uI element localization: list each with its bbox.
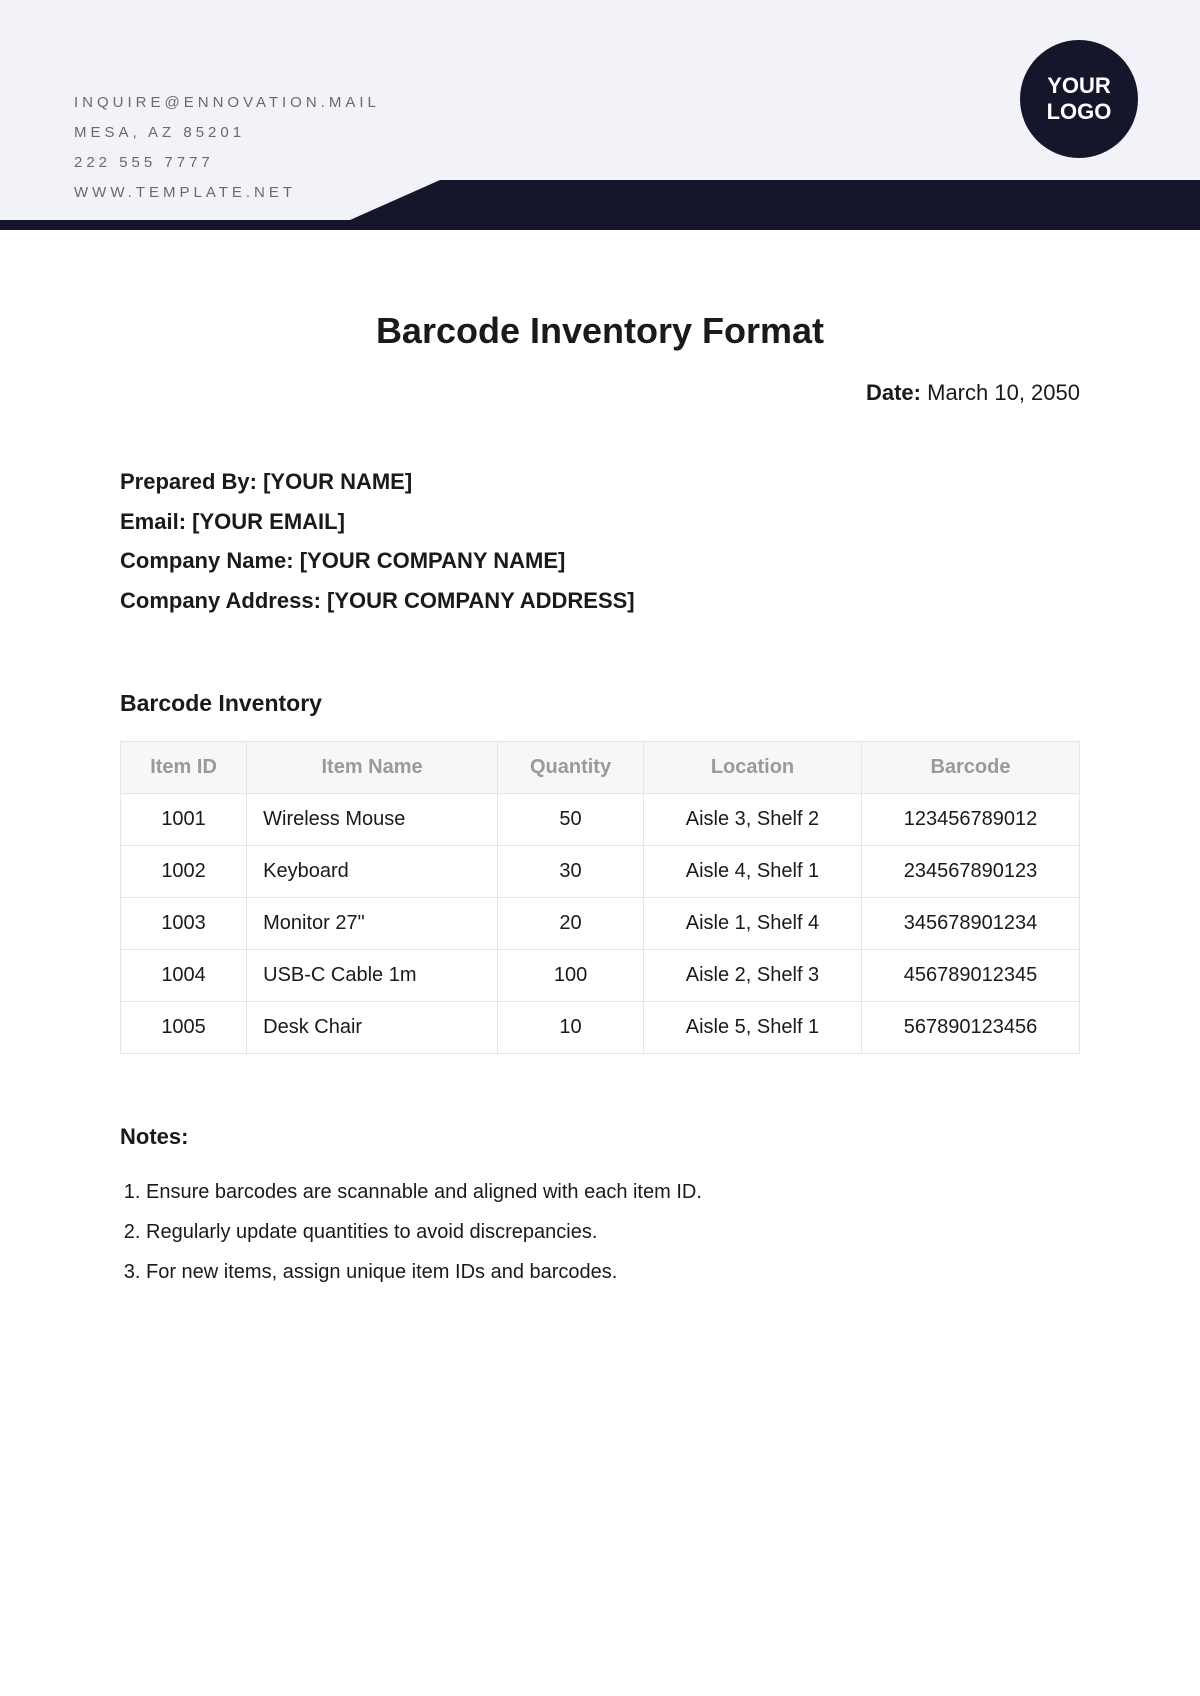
cell-name: Desk Chair bbox=[247, 1002, 498, 1054]
cell-qty: 10 bbox=[498, 1002, 644, 1054]
cell-qty: 30 bbox=[498, 846, 644, 898]
col-barcode: Barcode bbox=[861, 742, 1079, 794]
cell-loc: Aisle 5, Shelf 1 bbox=[644, 1002, 862, 1054]
email-value: [YOUR EMAIL] bbox=[192, 509, 345, 534]
contact-web: WWW.TEMPLATE.NET bbox=[74, 178, 380, 208]
table-row: 1005 Desk Chair 10 Aisle 5, Shelf 1 5678… bbox=[121, 1002, 1080, 1054]
cell-name: Monitor 27" bbox=[247, 898, 498, 950]
content-area: Barcode Inventory Format Date: March 10,… bbox=[0, 230, 1200, 1292]
notes-heading: Notes: bbox=[120, 1124, 1080, 1150]
page-title: Barcode Inventory Format bbox=[120, 310, 1080, 352]
cell-loc: Aisle 2, Shelf 3 bbox=[644, 950, 862, 1002]
section-heading: Barcode Inventory bbox=[120, 690, 1080, 717]
cell-qty: 20 bbox=[498, 898, 644, 950]
address-value: [YOUR COMPANY ADDRESS] bbox=[327, 588, 635, 613]
cell-id: 1004 bbox=[121, 950, 247, 1002]
notes-list: Ensure barcodes are scannable and aligne… bbox=[120, 1172, 1080, 1292]
cell-bc: 123456789012 bbox=[861, 794, 1079, 846]
company-value: [YOUR COMPANY NAME] bbox=[300, 548, 566, 573]
cell-bc: 345678901234 bbox=[861, 898, 1079, 950]
cell-name: Wireless Mouse bbox=[247, 794, 498, 846]
cell-qty: 50 bbox=[498, 794, 644, 846]
table-header-row: Item ID Item Name Quantity Location Barc… bbox=[121, 742, 1080, 794]
table-row: 1004 USB-C Cable 1m 100 Aisle 2, Shelf 3… bbox=[121, 950, 1080, 1002]
table-row: 1002 Keyboard 30 Aisle 4, Shelf 1 234567… bbox=[121, 846, 1080, 898]
company-label: Company Name: bbox=[120, 548, 294, 573]
logo-line1: YOUR bbox=[1047, 73, 1111, 98]
contact-block: INQUIRE@ENNOVATION.MAIL MESA, AZ 85201 2… bbox=[74, 88, 380, 208]
cell-id: 1005 bbox=[121, 1002, 247, 1054]
date-line: Date: March 10, 2050 bbox=[120, 380, 1080, 406]
table-row: 1003 Monitor 27" 20 Aisle 1, Shelf 4 345… bbox=[121, 898, 1080, 950]
list-item: Regularly update quantities to avoid dis… bbox=[146, 1212, 1080, 1252]
cell-loc: Aisle 1, Shelf 4 bbox=[644, 898, 862, 950]
cell-bc: 567890123456 bbox=[861, 1002, 1079, 1054]
prepared-by-value: [YOUR NAME] bbox=[263, 469, 412, 494]
prepared-by-label: Prepared By: bbox=[120, 469, 257, 494]
email-label: Email: bbox=[120, 509, 186, 534]
cell-name: USB-C Cable 1m bbox=[247, 950, 498, 1002]
col-quantity: Quantity bbox=[498, 742, 644, 794]
cell-id: 1003 bbox=[121, 898, 247, 950]
inventory-table: Item ID Item Name Quantity Location Barc… bbox=[120, 741, 1080, 1054]
cell-id: 1002 bbox=[121, 846, 247, 898]
document-page: INQUIRE@ENNOVATION.MAIL MESA, AZ 85201 2… bbox=[0, 0, 1200, 1696]
list-item: Ensure barcodes are scannable and aligne… bbox=[146, 1172, 1080, 1212]
logo-placeholder: YOUR LOGO bbox=[1020, 40, 1138, 158]
address-label: Company Address: bbox=[120, 588, 321, 613]
logo-line2: LOGO bbox=[1047, 99, 1112, 124]
date-value: March 10, 2050 bbox=[927, 380, 1080, 405]
cell-loc: Aisle 3, Shelf 2 bbox=[644, 794, 862, 846]
contact-email: INQUIRE@ENNOVATION.MAIL bbox=[74, 88, 380, 118]
cell-qty: 100 bbox=[498, 950, 644, 1002]
col-location: Location bbox=[644, 742, 862, 794]
col-item-name: Item Name bbox=[247, 742, 498, 794]
col-item-id: Item ID bbox=[121, 742, 247, 794]
cell-name: Keyboard bbox=[247, 846, 498, 898]
cell-bc: 456789012345 bbox=[861, 950, 1079, 1002]
cell-id: 1001 bbox=[121, 794, 247, 846]
table-row: 1001 Wireless Mouse 50 Aisle 3, Shelf 2 … bbox=[121, 794, 1080, 846]
contact-phone: 222 555 7777 bbox=[74, 148, 380, 178]
list-item: For new items, assign unique item IDs an… bbox=[146, 1252, 1080, 1292]
date-label: Date: bbox=[866, 380, 921, 405]
cell-bc: 234567890123 bbox=[861, 846, 1079, 898]
contact-city: MESA, AZ 85201 bbox=[74, 118, 380, 148]
cell-loc: Aisle 4, Shelf 1 bbox=[644, 846, 862, 898]
info-block: Prepared By: [YOUR NAME] Email: [YOUR EM… bbox=[120, 462, 1080, 620]
